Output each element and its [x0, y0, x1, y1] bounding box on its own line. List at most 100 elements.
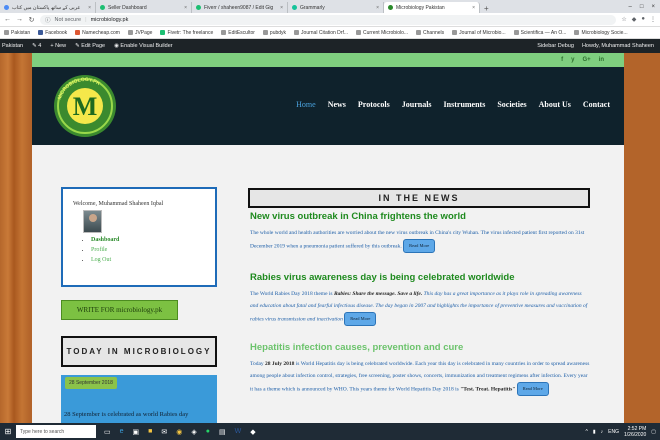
linkedin-icon[interactable]: in	[599, 57, 604, 63]
today-card[interactable]: 28 September 2018 28 September is celebr…	[61, 375, 217, 423]
profile-link[interactable]: Profile	[91, 245, 119, 255]
taskbar-search-input[interactable]: Type here to search	[16, 425, 96, 438]
nav-journals[interactable]: Journals	[402, 100, 432, 109]
star-icon[interactable]: ☆	[621, 16, 626, 23]
address-input[interactable]: ⓘ Not secure | microbiology.pk	[40, 14, 617, 25]
info-icon[interactable]: ⓘ	[45, 16, 51, 24]
bookmark-item[interactable]: Namecheap.com	[75, 30, 120, 36]
close-tab-icon[interactable]: ×	[472, 5, 475, 11]
facebook-icon[interactable]: f	[561, 57, 563, 63]
wp-visual-builder[interactable]: ◉ Enable Visual Builder	[114, 43, 173, 49]
comment-icon: ✎	[32, 43, 37, 49]
news-article: New virus outbreak in China frightens th…	[250, 211, 590, 253]
twitter-icon[interactable]: y	[571, 57, 574, 63]
chevron-up-icon[interactable]: ^	[586, 429, 588, 435]
bookmark-item[interactable]: Scientifica — An O...	[513, 30, 566, 36]
extension-icon[interactable]: ◆	[632, 16, 637, 23]
close-tab-icon[interactable]: ×	[376, 5, 379, 11]
today-text: 28 September is celebrated as world Rabi…	[64, 411, 189, 418]
folder-icon[interactable]: ■	[148, 428, 152, 436]
bookmark-item[interactable]: Pakistan	[4, 30, 30, 36]
read-more-button[interactable]: Read More	[516, 382, 549, 396]
clock[interactable]: 2:52 PM 1/26/2020	[624, 426, 646, 438]
wp-howdy[interactable]: Howdy, Muhammad Shaheen	[582, 43, 654, 49]
site-logo[interactable]: M MICROBIOLOGY.PK	[50, 73, 120, 139]
app-icon[interactable]: ▤	[219, 428, 226, 436]
bookmark-item[interactable]: Journal Citation Drf...	[294, 30, 348, 36]
article-title[interactable]: Rabies virus awareness day is being cele…	[250, 272, 590, 283]
edge-icon[interactable]: e	[120, 428, 124, 436]
bookmark-item[interactable]: Facebook	[38, 30, 67, 36]
language-indicator[interactable]: ENG	[608, 429, 619, 435]
back-icon[interactable]: ←	[4, 16, 11, 23]
close-tab-icon[interactable]: ×	[280, 5, 283, 11]
nav-instruments[interactable]: Instruments	[444, 100, 486, 109]
write-for-button[interactable]: WRITE FOR microbiology.pk	[61, 300, 178, 320]
bookmark-item[interactable]: Journal of Microbio...	[452, 30, 506, 36]
new-tab-button[interactable]: +	[480, 4, 493, 13]
read-more-button[interactable]: Read More	[344, 312, 377, 326]
bookmark-item[interactable]: Current Microbiolo...	[356, 30, 408, 36]
logout-link[interactable]: Log Out	[91, 255, 119, 265]
browser-tab[interactable]: Seller Dashboard ×	[96, 2, 192, 13]
browser-tab[interactable]: Fiverr / shaheen9087 / Edit Gig ×	[192, 2, 288, 13]
nav-about[interactable]: About Us	[539, 100, 571, 109]
maximize-icon[interactable]: □	[640, 4, 644, 10]
browser-tab[interactable]: عربی کے ساتھ پاکستان میں کتاب ×	[0, 2, 96, 13]
browser-tab-active[interactable]: Microbiology Pakistan ×	[384, 2, 480, 13]
app-icon[interactable]: ◈	[191, 428, 196, 436]
reload-icon[interactable]: ↻	[28, 16, 35, 24]
whatsapp-icon[interactable]: ●	[206, 428, 210, 436]
dashboard-link[interactable]: Dashboard	[91, 235, 119, 245]
read-more-button[interactable]: Read More	[403, 239, 436, 253]
nav-home[interactable]: Home	[296, 100, 316, 109]
word-icon[interactable]: W	[235, 428, 242, 436]
app-icon[interactable]: ◆	[250, 428, 255, 436]
network-icon[interactable]: ▮	[593, 429, 596, 435]
notification-icon[interactable]: ▢	[651, 429, 656, 435]
bookmark-item[interactable]: Microbiology Socie...	[574, 30, 628, 36]
wp-edit-page[interactable]: ✎ Edit Page	[75, 43, 105, 49]
nav-protocols[interactable]: Protocols	[358, 100, 390, 109]
profile-icon[interactable]: ●	[641, 16, 645, 23]
mail-icon[interactable]: ✉	[161, 428, 167, 436]
bookmark-item[interactable]: Fivetr: The freelance	[160, 30, 213, 36]
taskbar-apps: ▭ e ▣ ■ ✉ ◉ ◈ ● ▤ W ◆	[96, 428, 256, 436]
close-tab-icon[interactable]: ×	[184, 5, 187, 11]
nav-contact[interactable]: Contact	[583, 100, 610, 109]
bookmark-icon	[75, 30, 81, 35]
news-article: Hepatitis infection causes, prevention a…	[250, 342, 590, 396]
menu-icon[interactable]: ⋮	[650, 16, 656, 23]
wp-new[interactable]: + New	[50, 43, 66, 49]
close-tab-icon[interactable]: ×	[88, 5, 91, 11]
browser-tab-strip: عربی کے ساتھ پاکستان میں کتاب × Seller Da…	[0, 0, 660, 13]
close-window-icon[interactable]: ×	[651, 4, 655, 10]
forward-icon[interactable]: →	[16, 16, 23, 23]
bookmark-item[interactable]: Channels	[416, 30, 444, 36]
bookmark-icon	[221, 30, 227, 35]
bookmark-item[interactable]: EditEscultor	[221, 30, 255, 36]
windows-start-icon[interactable]: ⊞	[0, 423, 16, 440]
store-icon[interactable]: ▣	[133, 428, 140, 436]
google-plus-icon[interactable]: G+	[582, 57, 590, 63]
wp-site-name[interactable]: Pakistan	[2, 43, 23, 49]
minimize-icon[interactable]: –	[629, 4, 632, 10]
wp-comments[interactable]: ✎ 4	[32, 43, 41, 49]
volume-icon[interactable]: ♪	[601, 429, 604, 435]
nav-societies[interactable]: Societies	[497, 100, 526, 109]
article-title[interactable]: Hepatitis infection causes, prevention a…	[250, 342, 590, 353]
chrome-icon[interactable]: ◉	[176, 428, 182, 436]
wp-admin-bar: Pakistan ✎ 4 + New ✎ Edit Page ◉ Enable …	[0, 39, 660, 53]
article-title[interactable]: New virus outbreak in China frightens th…	[250, 211, 590, 222]
favicon-icon	[4, 5, 9, 10]
task-view-icon[interactable]: ▭	[104, 428, 111, 436]
bookmark-item[interactable]: pubdyk	[262, 30, 286, 36]
browser-tab[interactable]: Grammarly ×	[288, 2, 384, 13]
news-article: Rabies virus awareness day is being cele…	[250, 272, 590, 326]
bookmark-item[interactable]: JVPage	[127, 30, 152, 36]
address-bar-row: ← → ↻ ⓘ Not secure | microbiology.pk ☆ ◆…	[0, 13, 660, 27]
wp-sidebar-debug[interactable]: Sidebar Debug	[537, 43, 574, 49]
today-heading: TODAY IN MICROBIOLOGY	[61, 336, 217, 367]
bookmark-icon	[452, 30, 458, 35]
nav-news[interactable]: News	[328, 100, 346, 109]
